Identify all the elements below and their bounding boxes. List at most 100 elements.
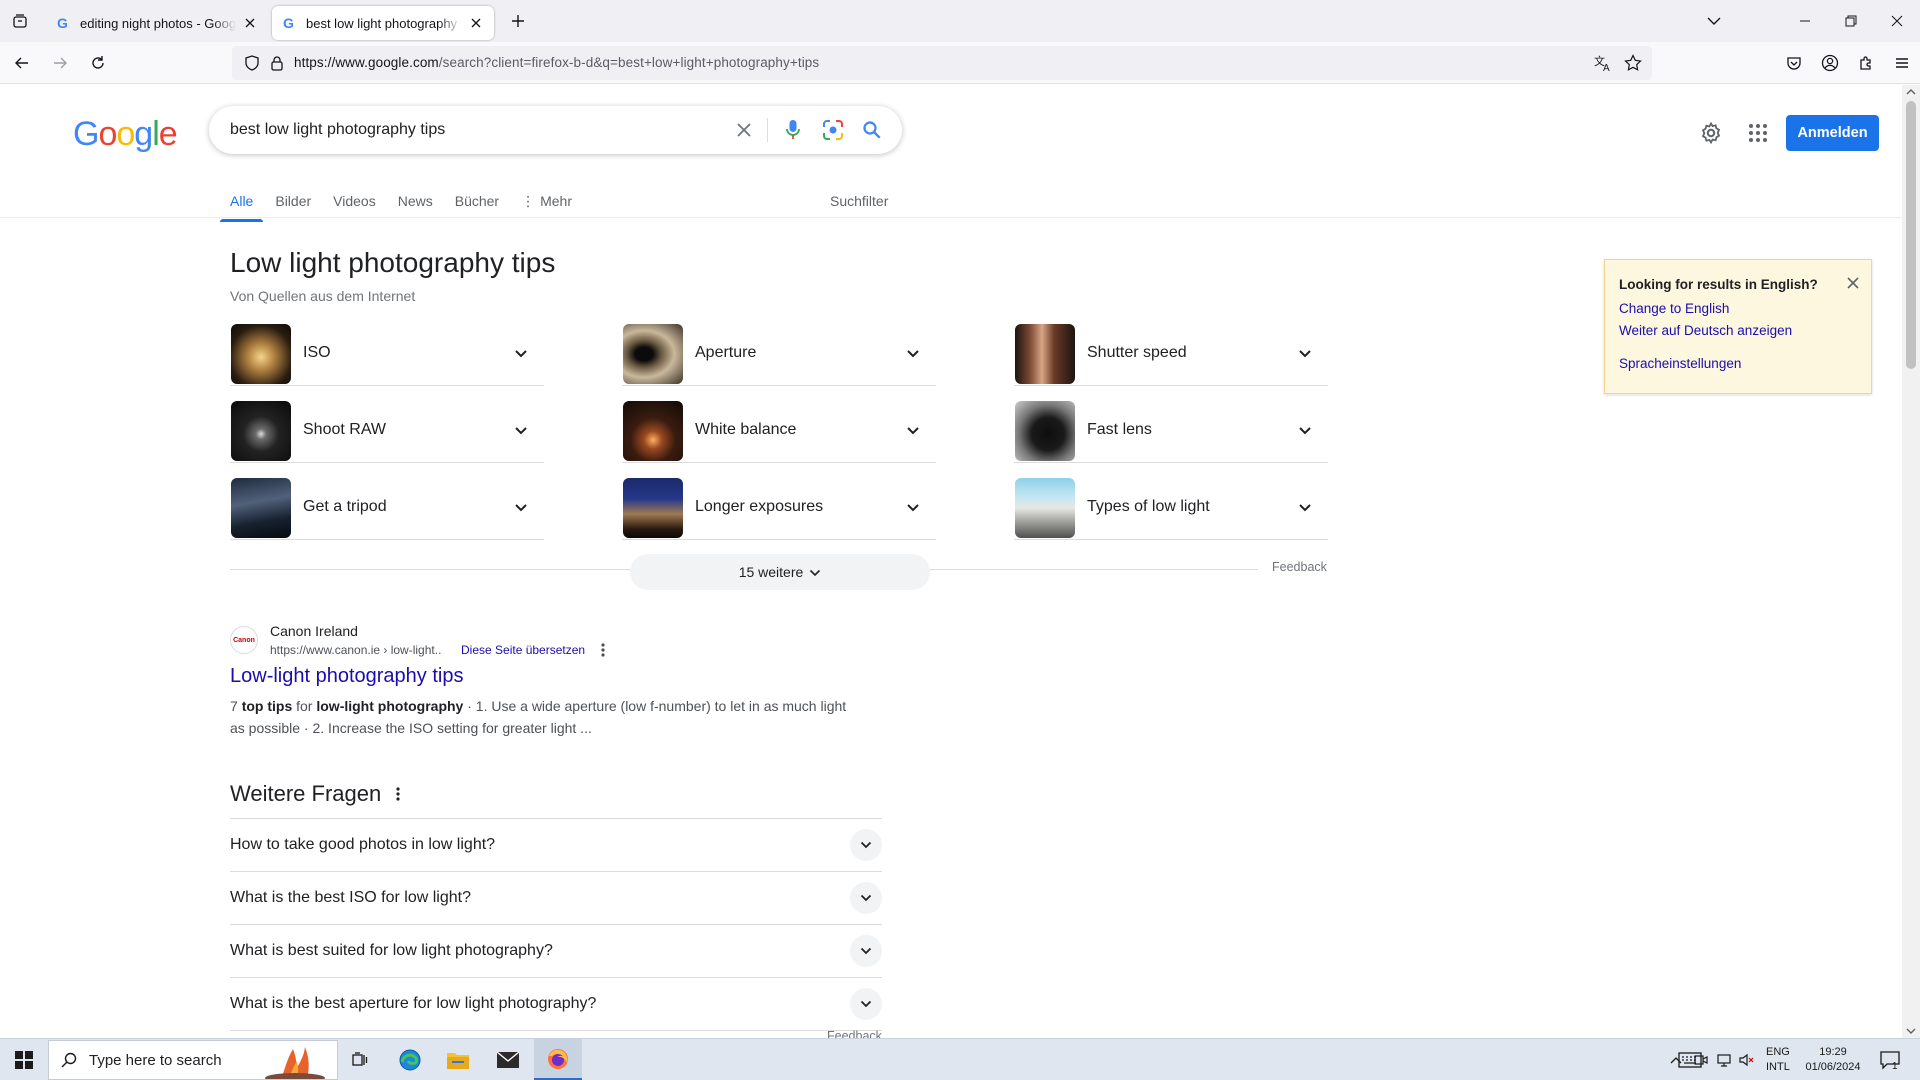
chevron-down-icon (1298, 500, 1312, 518)
translate-page-link[interactable]: Diese Seite übersetzen (461, 643, 585, 657)
clock-time: 19:29 (1819, 1046, 1847, 1058)
pocket-icon[interactable] (1776, 47, 1812, 79)
taskbar-search-box[interactable]: Type here to search (48, 1040, 338, 1080)
clear-search-icon[interactable] (732, 118, 756, 142)
related-question[interactable]: How to take good photos in low light? (230, 818, 882, 871)
input-language-indicator[interactable]: ENG INTL (1766, 1045, 1790, 1075)
more-vertical-icon[interactable] (396, 787, 400, 806)
result-url[interactable]: https://www.canon.ie › low-light.. (270, 643, 441, 657)
file-explorer-icon[interactable] (434, 1039, 482, 1080)
search-tools-button[interactable]: Suchfilter (830, 188, 888, 209)
snippet-bold: low-light photography (316, 698, 464, 714)
minimize-icon[interactable] (1782, 0, 1828, 42)
scroll-up-icon[interactable] (1906, 87, 1916, 97)
tip-item[interactable]: Get a tripod (230, 478, 544, 540)
bookmark-star-icon[interactable] (1624, 54, 1642, 77)
reload-icon[interactable] (82, 47, 114, 79)
lens-camera-icon[interactable] (821, 118, 845, 142)
tip-item[interactable]: Longer exposures (622, 478, 936, 540)
browser-tab[interactable]: G editing night photos - Google S (46, 6, 268, 40)
sign-in-button[interactable]: Anmelden (1786, 115, 1879, 151)
related-questions-heading: Weitere Fragen (230, 781, 382, 806)
snippet-text: for (292, 698, 317, 714)
result-site-name[interactable]: Canon Ireland (270, 623, 358, 639)
translate-icon[interactable]: 文A (1594, 54, 1612, 77)
snippet-bold: top tips (241, 698, 293, 714)
browser-tab-active[interactable]: G best low light photography tip (272, 6, 494, 40)
google-favicon-icon: G (282, 15, 298, 31)
related-question[interactable]: What is the best aperture for low light … (230, 977, 882, 1030)
meet-now-icon[interactable] (1690, 1039, 1712, 1080)
edge-browser-icon[interactable] (386, 1039, 434, 1080)
mail-icon[interactable] (484, 1039, 532, 1080)
page-scrollbar[interactable] (1902, 85, 1920, 1038)
scroll-down-icon[interactable] (1906, 1026, 1916, 1036)
account-icon[interactable] (1812, 47, 1848, 79)
search-highlight-graphic (265, 1047, 325, 1079)
google-logo[interactable]: Google (73, 115, 178, 154)
tracking-shield-icon[interactable] (244, 55, 260, 76)
tip-label: ISO (303, 344, 331, 361)
settings-gear-icon[interactable] (1699, 121, 1723, 150)
header-divider (0, 217, 1902, 218)
forward-arrow-icon[interactable] (44, 47, 76, 79)
questions-feedback-link[interactable]: Feedback (827, 1029, 882, 1038)
logo-letter: o (98, 115, 117, 153)
notifications-icon[interactable]: 1 (1870, 1039, 1910, 1080)
url-bar[interactable]: https://www.google.com/search?client=fir… (232, 46, 1652, 80)
change-to-english-link[interactable]: Change to English (1619, 301, 1729, 316)
lock-icon[interactable] (270, 55, 284, 76)
volume-muted-icon[interactable] (1736, 1039, 1758, 1080)
search-input[interactable]: best low light photography tips (230, 121, 445, 139)
language-settings-link[interactable]: Spracheinstellungen (1619, 356, 1741, 371)
extensions-icon[interactable] (1848, 47, 1884, 79)
tip-item[interactable]: White balance (622, 401, 936, 463)
tip-item[interactable]: ISO (230, 324, 544, 386)
tab-list-icon[interactable] (0, 0, 40, 42)
language-box-title: Looking for results in English? (1619, 277, 1818, 292)
tips-feedback-link[interactable]: Feedback (1272, 560, 1327, 574)
search-icon[interactable] (860, 118, 884, 142)
tip-label: Types of low light (1087, 498, 1210, 515)
chevron-down-icon (850, 882, 882, 914)
canon-favicon: Canon (230, 626, 258, 654)
tip-item[interactable]: Types of low light (1014, 478, 1328, 540)
task-view-icon[interactable] (336, 1039, 384, 1080)
close-icon[interactable] (1847, 276, 1859, 294)
tip-item[interactable]: Shoot RAW (230, 401, 544, 463)
related-question[interactable]: What is the best ISO for low light? (230, 871, 882, 924)
close-tab-icon[interactable] (468, 15, 484, 31)
tip-item[interactable]: Shutter speed (1014, 324, 1328, 386)
search-icon (61, 1052, 77, 1073)
language-suggestion-box: Looking for results in English? Change t… (1604, 259, 1872, 394)
url-path: /search?client=firefox-b-d&q=best+low+li… (438, 55, 820, 70)
back-arrow-icon[interactable] (6, 47, 38, 79)
tip-item[interactable]: Aperture (622, 324, 936, 386)
chevron-down-icon (514, 346, 528, 364)
show-hidden-icons-chevron-up-icon[interactable] (1664, 1039, 1688, 1080)
voice-search-mic-icon[interactable] (781, 118, 805, 142)
tip-item[interactable]: Fast lens (1014, 401, 1328, 463)
close-tab-icon[interactable] (242, 15, 258, 31)
google-apps-grid-icon[interactable] (1746, 121, 1770, 150)
show-more-tips-button[interactable]: 15 weitere (630, 554, 930, 590)
tip-label: Get a tripod (303, 498, 387, 515)
network-icon[interactable] (1713, 1039, 1735, 1080)
logo-letter: e (158, 115, 178, 153)
continue-german-link[interactable]: Weiter auf Deutsch anzeigen (1619, 323, 1792, 338)
taskbar-clock[interactable]: 19:29 01/06/2024 (1801, 1045, 1865, 1075)
url-host: https://www.google.com (294, 55, 439, 70)
list-all-tabs-icon[interactable] (1694, 0, 1734, 42)
search-box[interactable]: best low light photography tips (209, 106, 902, 154)
related-question[interactable]: What is best suited for low light photog… (230, 924, 882, 977)
new-tab-button[interactable] (502, 5, 534, 37)
close-window-icon[interactable] (1874, 0, 1920, 42)
windows-start-icon[interactable] (0, 1039, 48, 1080)
result-title-link[interactable]: Low-light photography tips (230, 665, 463, 688)
scrollbar-thumb[interactable] (1906, 101, 1916, 369)
firefox-icon[interactable] (534, 1039, 582, 1080)
menu-hamburger-icon[interactable] (1884, 47, 1920, 79)
result-more-vertical-icon[interactable] (601, 643, 605, 662)
restore-icon[interactable] (1828, 0, 1874, 42)
tip-thumbnail-image (623, 478, 683, 538)
